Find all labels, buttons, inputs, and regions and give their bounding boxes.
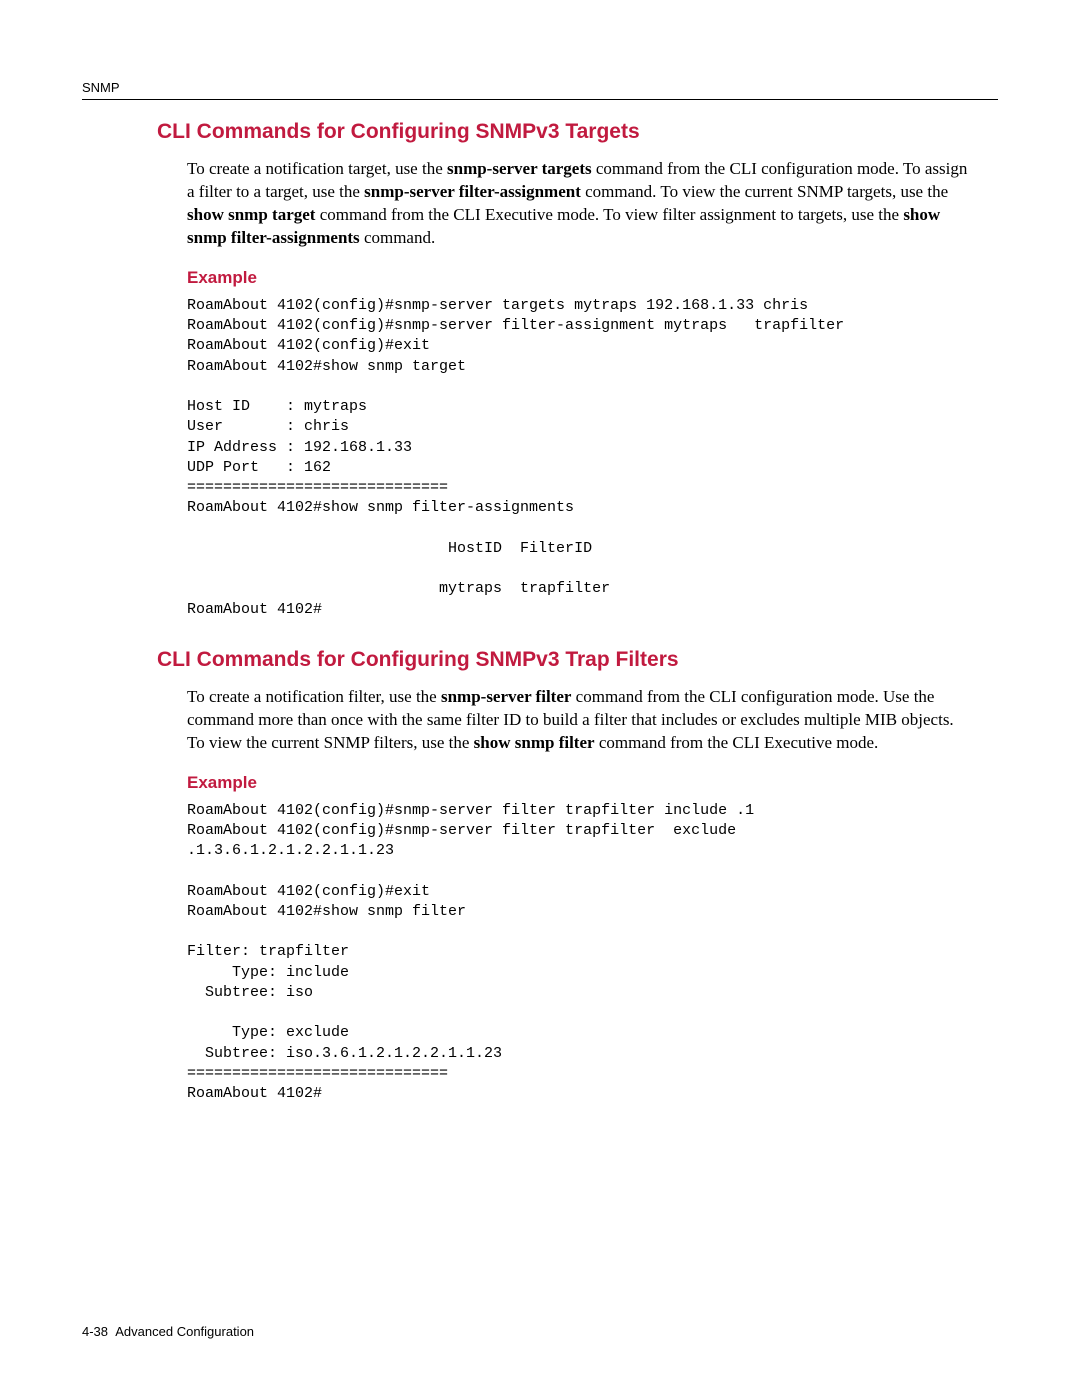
bold-term: show snmp filter xyxy=(474,733,595,752)
bold-term: show snmp target xyxy=(187,205,315,224)
text-run: command. xyxy=(360,228,436,247)
example-heading-1: Example xyxy=(187,268,998,288)
bold-term: snmp-server filter-assignment xyxy=(364,182,581,201)
text-run: To create a notification target, use the xyxy=(187,159,447,178)
bold-term: snmp-server targets xyxy=(447,159,592,178)
example-heading-2: Example xyxy=(187,773,998,793)
running-head: SNMP xyxy=(82,80,998,95)
section-title-targets: CLI Commands for Configuring SNMPv3 Targ… xyxy=(157,120,998,144)
code-block-2: RoamAbout 4102(config)#snmp-server filte… xyxy=(187,801,998,1105)
code-block-1: RoamAbout 4102(config)#snmp-server targe… xyxy=(187,296,998,620)
section-1-paragraph: To create a notification target, use the… xyxy=(187,158,968,250)
header-rule xyxy=(82,99,998,100)
page: SNMP CLI Commands for Configuring SNMPv3… xyxy=(0,0,1080,1397)
section-2-paragraph: To create a notification filter, use the… xyxy=(187,686,968,755)
section-title-filters: CLI Commands for Configuring SNMPv3 Trap… xyxy=(157,648,998,672)
page-number: 4-38 xyxy=(82,1324,108,1339)
text-run: command. To view the current SNMP target… xyxy=(581,182,948,201)
text-run: To create a notification filter, use the xyxy=(187,687,441,706)
text-run: command from the CLI Executive mode. To … xyxy=(315,205,903,224)
bold-term: snmp-server filter xyxy=(441,687,571,706)
text-run: command from the CLI Executive mode. xyxy=(595,733,879,752)
footer-label: Advanced Configuration xyxy=(115,1324,254,1339)
page-footer: 4-38 Advanced Configuration xyxy=(82,1324,254,1339)
